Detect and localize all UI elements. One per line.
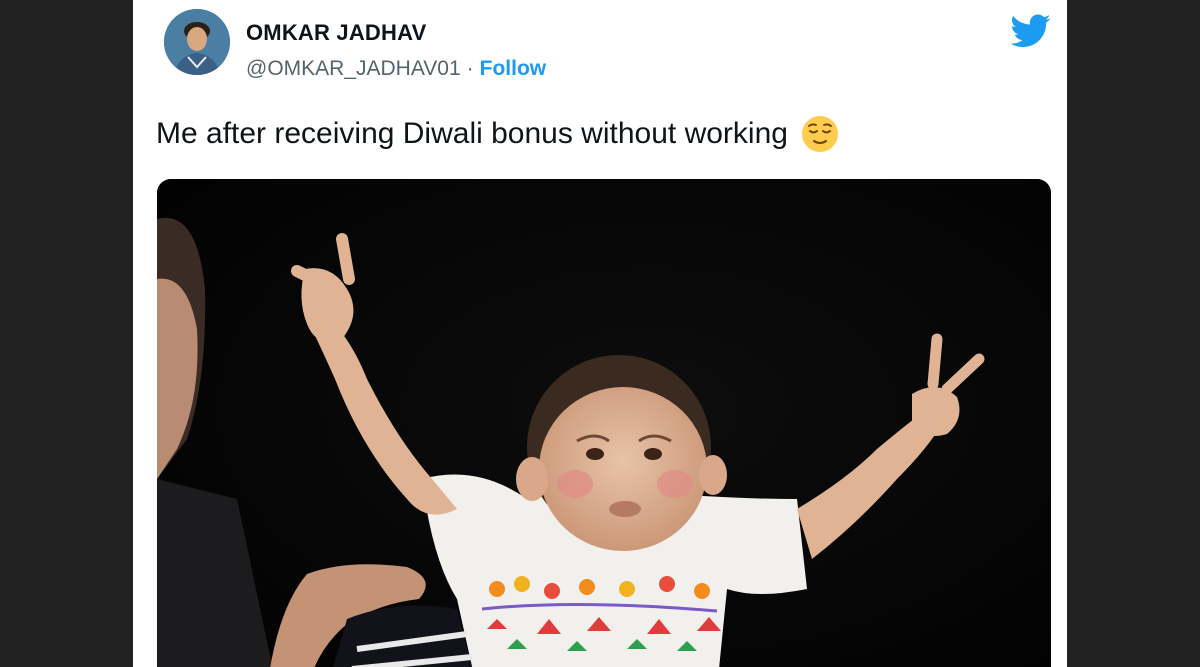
- tweet-photo[interactable]: [157, 179, 1051, 667]
- photo-child-peace-sign: [157, 179, 1051, 667]
- display-name[interactable]: OMKAR JADHAV: [246, 20, 426, 46]
- follow-button[interactable]: Follow: [480, 57, 547, 80]
- screenshot-frame: OMKAR JADHAV @OMKAR_JADHAV01 · Follow Me a…: [0, 0, 1200, 667]
- tweet-body: Me after receiving Diwali bonus without …: [156, 117, 788, 150]
- relieved-face-emoji-icon: [801, 116, 838, 152]
- avatar-photo: [164, 9, 230, 75]
- user-handle[interactable]: @OMKAR_JADHAV01: [246, 57, 461, 80]
- tweet-card[interactable]: OMKAR JADHAV @OMKAR_JADHAV01 · Follow Me a…: [133, 0, 1067, 667]
- twitter-bird-icon[interactable]: [1011, 14, 1051, 48]
- handle-row: @OMKAR_JADHAV01 · Follow: [246, 57, 546, 81]
- avatar[interactable]: [164, 9, 230, 75]
- tweet-text: Me after receiving Diwali bonus without …: [156, 114, 840, 154]
- separator-dot: ·: [466, 57, 474, 80]
